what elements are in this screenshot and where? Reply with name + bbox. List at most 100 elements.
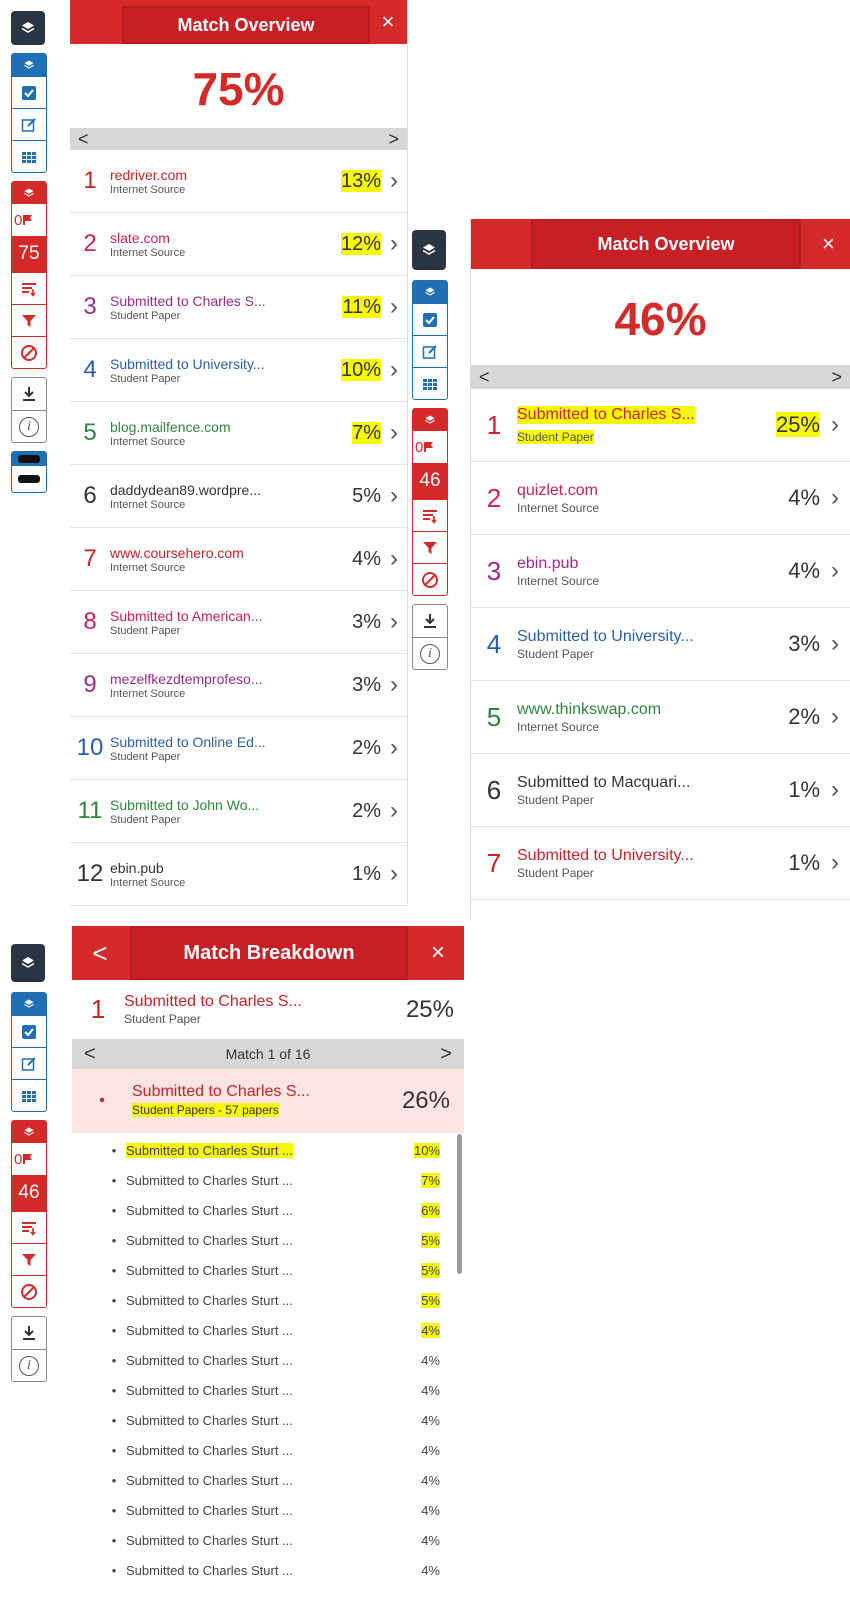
match-row[interactable]: 9 mezelfkezdtemprofeso... Internet Source 3… [70, 654, 407, 717]
chevron-right-icon[interactable]: › [820, 703, 850, 731]
breakdown-item[interactable]: • Submitted to Charles Sturt ... 5% [72, 1225, 464, 1255]
download-button[interactable] [413, 605, 447, 637]
layers-button[interactable] [11, 11, 45, 45]
breakdown-item[interactable]: • Submitted to Charles Sturt ... 4% [72, 1375, 464, 1405]
chevron-right-icon[interactable]: › [820, 849, 850, 877]
layers-button[interactable] [412, 230, 446, 270]
checkbox-button[interactable] [413, 303, 447, 335]
match-row[interactable]: 11 Submitted to John Wo... Student Paper 2%… [70, 780, 407, 843]
breakdown-item[interactable]: • Submitted to Charles Sturt ... 10% [72, 1135, 464, 1165]
flags-button[interactable]: 0 [413, 431, 447, 463]
info-button[interactable]: i [12, 410, 46, 442]
selected-source-row[interactable]: 1 Submitted to Charles S... Student Pape… [72, 980, 464, 1039]
close-button[interactable]: × [412, 926, 464, 980]
match-row[interactable]: 6 daddydean89.wordpre... Internet Source 5%… [70, 465, 407, 528]
sort-button[interactable] [12, 272, 46, 304]
chevron-right-icon[interactable]: › [381, 167, 407, 195]
match-row[interactable]: 8 Submitted to American... Student Paper 3%… [70, 591, 407, 654]
chevron-right-icon[interactable]: › [820, 411, 850, 439]
similarity-score[interactable]: 75 [12, 236, 46, 272]
exclude-button[interactable] [12, 336, 46, 368]
info-button[interactable]: i [12, 1349, 46, 1381]
edit-button[interactable] [413, 335, 447, 367]
breakdown-item[interactable]: • Submitted to Charles Sturt ... 4% [72, 1525, 464, 1555]
breakdown-item[interactable]: • Submitted to Charles Sturt ... 5% [72, 1255, 464, 1285]
chevron-right-icon[interactable]: › [820, 484, 850, 512]
scroll-right-button[interactable]: > [388, 129, 399, 150]
chevron-right-icon[interactable]: › [381, 608, 407, 636]
edit-button[interactable] [12, 108, 46, 140]
redacted-button[interactable] [12, 466, 46, 492]
scroll-left-button[interactable]: < [479, 367, 490, 388]
next-match-button[interactable]: > [440, 1043, 452, 1066]
download-button[interactable] [12, 378, 46, 410]
match-row[interactable]: 3 Submitted to Charles S... Student Paper 1… [70, 276, 407, 339]
scroll-right-button[interactable]: > [831, 367, 842, 388]
download-button[interactable] [12, 1317, 46, 1349]
filter-button[interactable] [12, 1243, 46, 1275]
match-row[interactable]: 4 Submitted to University... Student Paper… [471, 608, 850, 681]
breakdown-item[interactable]: • Submitted to Charles Sturt ... 4% [72, 1345, 464, 1375]
back-button[interactable]: < [72, 926, 128, 980]
chevron-right-icon[interactable]: › [381, 860, 407, 888]
breakdown-item[interactable]: • Submitted to Charles Sturt ... 4% [72, 1435, 464, 1465]
match-row[interactable]: 1 redriver.com Internet Source 13% › [70, 150, 407, 213]
similarity-score[interactable]: 46 [12, 1175, 46, 1211]
chevron-right-icon[interactable]: › [381, 293, 407, 321]
sort-button[interactable] [413, 499, 447, 531]
grid-button[interactable] [12, 1079, 46, 1111]
breakdown-item[interactable]: • Submitted to Charles Sturt ... 4% [72, 1465, 464, 1495]
similarity-score[interactable]: 46 [413, 463, 447, 499]
chevron-right-icon[interactable]: › [820, 776, 850, 804]
flags-button[interactable]: 0 [12, 204, 46, 236]
match-row[interactable]: 5 www.thinkswap.com Internet Source 2% › [471, 681, 850, 754]
chevron-right-icon[interactable]: › [381, 482, 407, 510]
breakdown-item[interactable]: • Submitted to Charles Sturt ... 4% [72, 1495, 464, 1525]
breakdown-item[interactable]: • Submitted to Charles Sturt ... 7% [72, 1165, 464, 1195]
horizontal-scrollbar[interactable]: < > [70, 128, 407, 150]
grid-button[interactable] [12, 140, 46, 172]
match-row[interactable]: 3 ebin.pub Internet Source 4% › [471, 535, 850, 608]
horizontal-scrollbar[interactable]: < > [471, 365, 850, 389]
sort-button[interactable] [12, 1211, 46, 1243]
match-row[interactable]: 5 blog.mailfence.com Internet Source 7% › [70, 402, 407, 465]
vertical-scrollbar[interactable] [457, 1134, 462, 1274]
checkbox-button[interactable] [12, 1015, 46, 1047]
info-button[interactable]: i [413, 637, 447, 669]
layers-button[interactable] [11, 944, 45, 982]
chevron-right-icon[interactable]: › [820, 557, 850, 585]
match-row[interactable]: 1 Submitted to Charles S... Student Paper 2… [471, 389, 850, 462]
close-button[interactable]: × [822, 219, 850, 269]
group-row[interactable]: • Submitted to Charles S... Student Pape… [72, 1069, 464, 1133]
breakdown-item[interactable]: • Submitted to Charles Sturt ... 4% [72, 1405, 464, 1435]
edit-button[interactable] [12, 1047, 46, 1079]
filter-button[interactable] [413, 531, 447, 563]
breakdown-item[interactable]: • Submitted to Charles Sturt ... 4% [72, 1555, 464, 1585]
match-row[interactable]: 7 www.coursehero.com Internet Source 4% › [70, 528, 407, 591]
breakdown-item[interactable]: • Submitted to Charles Sturt ... 5% [72, 1285, 464, 1315]
flags-button[interactable]: 0 [12, 1143, 46, 1175]
chevron-right-icon[interactable]: › [381, 419, 407, 447]
close-button[interactable]: × [369, 0, 407, 44]
breakdown-item[interactable]: • Submitted to Charles Sturt ... 6% [72, 1195, 464, 1225]
chevron-right-icon[interactable]: › [381, 797, 407, 825]
breakdown-item[interactable]: • Submitted to Charles Sturt ... 4% [72, 1315, 464, 1345]
chevron-right-icon[interactable]: › [381, 734, 407, 762]
match-row[interactable]: 4 Submitted to University... Student Paper… [70, 339, 407, 402]
match-row[interactable]: 2 quizlet.com Internet Source 4% › [471, 462, 850, 535]
chevron-right-icon[interactable]: › [820, 630, 850, 658]
chevron-right-icon[interactable]: › [381, 671, 407, 699]
scroll-left-button[interactable]: < [78, 129, 89, 150]
checkbox-button[interactable] [12, 76, 46, 108]
match-row[interactable]: 6 Submitted to Macquari... Student Paper 1%… [471, 754, 850, 827]
grid-button[interactable] [413, 367, 447, 399]
chevron-right-icon[interactable]: › [381, 230, 407, 258]
chevron-right-icon[interactable]: › [381, 356, 407, 384]
match-row[interactable]: 7 Submitted to University... Student Paper… [471, 827, 850, 900]
exclude-button[interactable] [413, 563, 447, 595]
filter-button[interactable] [12, 304, 46, 336]
match-row[interactable]: 2 slate.com Internet Source 12% › [70, 213, 407, 276]
chevron-right-icon[interactable]: › [381, 545, 407, 573]
match-row[interactable]: 12 ebin.pub Internet Source 1% › [70, 843, 407, 906]
exclude-button[interactable] [12, 1275, 46, 1307]
